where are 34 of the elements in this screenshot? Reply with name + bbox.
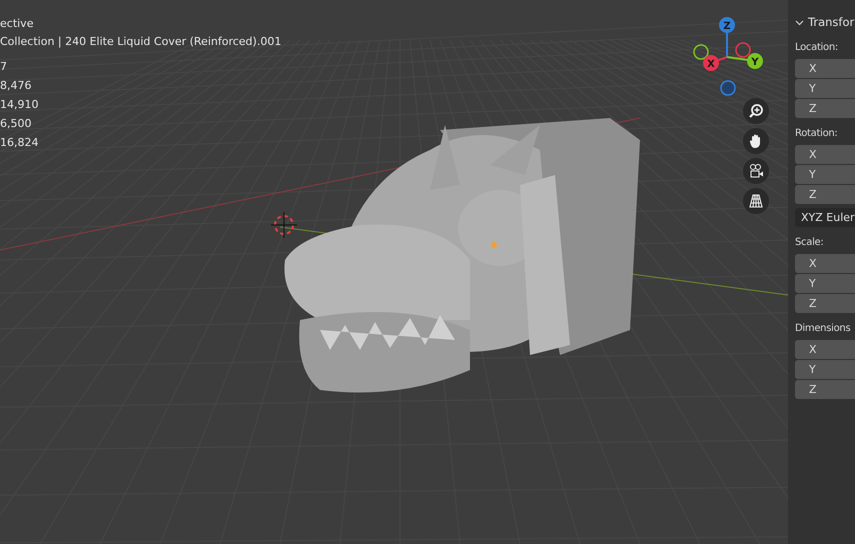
value-field[interactable]: Z	[795, 185, 855, 204]
value-field[interactable]: X	[795, 59, 855, 78]
value-field[interactable]: X	[795, 254, 855, 273]
value-field[interactable]: X	[795, 340, 855, 359]
perspective-toggle-button[interactable]	[743, 188, 769, 214]
value-field[interactable]: Z	[795, 294, 855, 313]
value-field[interactable]: Y	[795, 79, 855, 98]
chevron-icon	[795, 18, 804, 26]
pan-button[interactable]	[743, 128, 769, 154]
group-label: Location:	[795, 41, 839, 55]
value-field[interactable]: X	[795, 145, 855, 164]
viewport-info-text: Collection | 240 Elite Liquid Cover (Reinforced).001	[0, 34, 282, 50]
scene-stat-text: 8,476	[0, 78, 32, 94]
camera-icon	[748, 163, 764, 179]
zoom-icon	[748, 103, 764, 119]
value-field[interactable]: Z	[795, 380, 855, 399]
group-label: Rotation:	[795, 127, 838, 141]
group-label: Scale:	[795, 236, 824, 250]
scene-stat-text: 6,500	[0, 116, 32, 132]
rotation-mode-dropdown[interactable]: XYZ Euler	[795, 208, 855, 227]
scene-stat-text: 16,824	[0, 135, 40, 151]
3d-cursor-icon	[270, 212, 298, 238]
grid-icon	[748, 193, 764, 209]
scene-stat-text: 7	[0, 59, 8, 75]
value-field[interactable]: Y	[795, 360, 855, 379]
value-field[interactable]: Z	[795, 99, 855, 118]
value-field[interactable]: Y	[795, 274, 855, 293]
viewport-info-text: ective	[0, 16, 34, 32]
value-field[interactable]: Y	[795, 165, 855, 184]
transform-header[interactable]: Transfor	[795, 12, 855, 32]
zoom-button[interactable]	[743, 98, 769, 124]
scene-stat-text: 14,910	[0, 97, 40, 113]
camera-view-button[interactable]	[743, 158, 769, 184]
group-label: Dimensions	[795, 322, 852, 336]
